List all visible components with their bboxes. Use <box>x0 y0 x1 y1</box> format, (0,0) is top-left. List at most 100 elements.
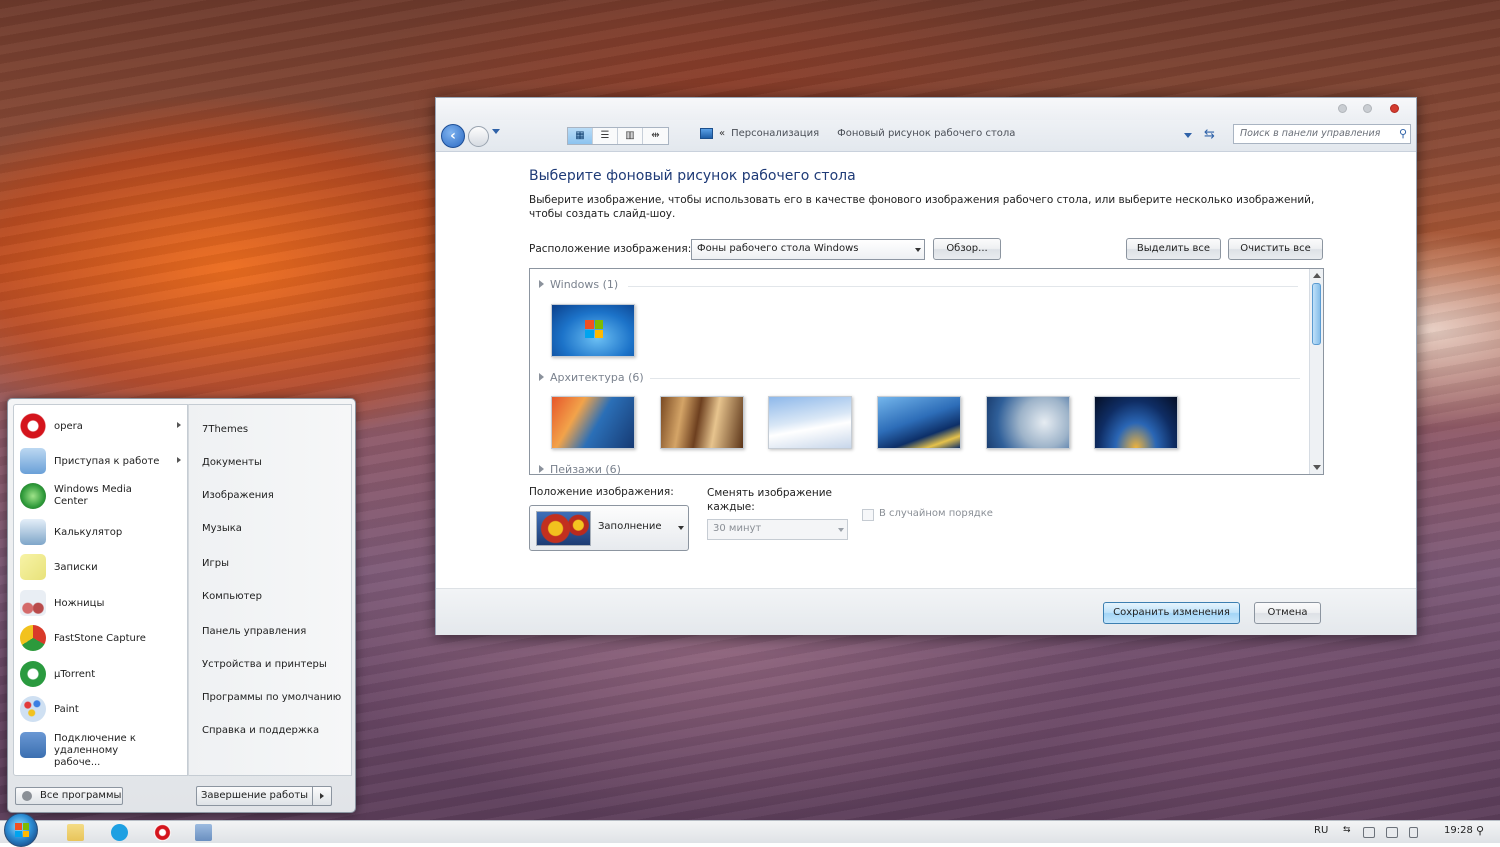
close-button[interactable] <box>1390 104 1399 113</box>
chevron-down-icon <box>678 526 684 530</box>
dialog-footer: Сохранить изменения Отмена <box>436 588 1416 635</box>
recent-pages-dropdown[interactable] <box>492 129 500 134</box>
place-default-programs[interactable]: Программы по умолчанию <box>202 692 341 703</box>
shutdown-button[interactable]: Завершение работы <box>196 786 313 806</box>
input-switch-icon[interactable]: ⇆ <box>1343 825 1355 836</box>
view-fit-button[interactable]: ⇹ <box>643 128 668 144</box>
address-dropdown[interactable] <box>1184 133 1192 138</box>
wallpaper-thumbnail[interactable] <box>986 396 1070 449</box>
maximize-button[interactable] <box>1363 104 1372 113</box>
start-item-utorrent[interactable]: µTorrent <box>14 656 189 691</box>
search-placeholder: Поиск в панели управления <box>1240 128 1381 139</box>
title-bar[interactable] <box>436 98 1416 120</box>
start-item-label: Подключение к удаленному рабоче... <box>54 733 136 768</box>
place-pictures[interactable]: Изображения <box>202 490 274 501</box>
opera-icon <box>20 413 46 439</box>
place-documents[interactable]: Документы <box>202 457 262 468</box>
faststone-icon <box>20 625 46 651</box>
start-item-label: Калькулятор <box>54 527 123 538</box>
place-games[interactable]: Игры <box>202 558 229 569</box>
start-item-opera[interactable]: opera <box>14 408 189 443</box>
network-icon[interactable] <box>1386 827 1398 838</box>
scroll-thumb[interactable] <box>1312 283 1321 345</box>
page-description: Выберите изображение, чтобы использовать… <box>529 194 1315 220</box>
volume-icon[interactable] <box>1409 827 1418 838</box>
group-header-windows[interactable]: Windows (1) <box>539 278 618 291</box>
all-programs-button[interactable]: Все программы <box>15 787 123 805</box>
start-button[interactable] <box>4 813 38 847</box>
scroll-up-icon[interactable] <box>1313 273 1321 278</box>
calculator-icon <box>20 519 46 545</box>
wallpaper-thumbnail[interactable] <box>877 396 961 449</box>
start-item-label: Записки <box>54 562 98 573</box>
place-7themes[interactable]: 7Themes <box>202 424 248 435</box>
minimize-button[interactable] <box>1338 104 1347 113</box>
start-item-remote-desktop[interactable]: Подключение к удаленному рабоче... <box>14 727 189 768</box>
start-item-label: opera <box>54 421 83 432</box>
place-music[interactable]: Музыка <box>202 523 242 534</box>
language-indicator[interactable]: RU <box>1314 825 1328 836</box>
opera-icon[interactable] <box>154 824 171 841</box>
start-item-calculator[interactable]: Калькулятор <box>14 514 189 549</box>
wallpaper-thumbnail[interactable] <box>1094 396 1178 449</box>
browse-button[interactable]: Обзор... <box>933 238 1001 260</box>
wallpaper-thumbnail[interactable] <box>551 304 635 357</box>
shutdown-options-button[interactable] <box>312 786 332 806</box>
wallpaper-thumbnail[interactable] <box>660 396 744 449</box>
control-panel-icon <box>700 128 713 139</box>
place-help-support[interactable]: Справка и поддержка <box>202 725 319 736</box>
clock[interactable]: 19:28 <box>1444 825 1473 836</box>
start-item-sticky-notes[interactable]: Записки <box>14 549 189 584</box>
submenu-arrow-icon <box>177 457 181 463</box>
start-item-media-center[interactable]: Windows Media Center <box>14 478 189 513</box>
view-tiles-button[interactable]: ▦ <box>568 128 593 144</box>
start-item-snipping-tool[interactable]: Ножницы <box>14 585 189 620</box>
start-menu-places: 7Themes Документы Изображения Музыка Игр… <box>188 404 352 776</box>
search-icon[interactable]: ⚲ <box>1399 127 1407 140</box>
start-item-label: Windows Media Center <box>54 484 132 507</box>
personalization-window: ‹ ▦ ☰ ▥ ⇹ « Персонализация Фоновый рисун… <box>435 97 1417 635</box>
getting-started-icon <box>20 448 46 474</box>
change-interval-value: 30 минут <box>713 523 762 534</box>
search-icon[interactable]: ⚲ <box>1476 824 1484 837</box>
picture-position-select[interactable]: Заполнение <box>529 505 689 551</box>
breadcrumb-personalization[interactable]: Персонализация <box>731 128 819 139</box>
action-center-icon[interactable] <box>1363 827 1375 838</box>
location-select[interactable]: Фоны рабочего стола Windows <box>691 239 925 260</box>
group-divider <box>650 378 1300 379</box>
select-all-button[interactable]: Выделить все <box>1126 238 1221 260</box>
start-item-getting-started[interactable]: Приступая к работе <box>14 443 189 478</box>
shuffle-checkbox[interactable] <box>862 509 874 521</box>
explorer-icon[interactable] <box>67 824 84 841</box>
gallery-scrollbar[interactable] <box>1309 269 1323 474</box>
control-panel-icon[interactable] <box>195 824 212 841</box>
place-devices-printers[interactable]: Устройства и принтеры <box>202 659 327 670</box>
scroll-down-icon[interactable] <box>1313 465 1321 470</box>
expand-icon <box>539 373 544 381</box>
group-header-landscapes[interactable]: Пейзажи (6) <box>539 463 621 474</box>
save-changes-button[interactable]: Сохранить изменения <box>1103 602 1240 624</box>
view-columns-button[interactable]: ▥ <box>618 128 643 144</box>
chevron-down-icon <box>838 528 844 532</box>
clear-all-button[interactable]: Очистить все <box>1228 238 1323 260</box>
change-interval-select[interactable]: 30 минут <box>707 519 848 540</box>
place-computer[interactable]: Компьютер <box>202 591 262 602</box>
skype-icon[interactable] <box>111 824 128 841</box>
windows-logo-icon <box>585 320 603 338</box>
arrow-left-icon <box>22 791 32 801</box>
wallpaper-thumbnail[interactable] <box>768 396 852 449</box>
forward-button[interactable] <box>468 126 489 147</box>
place-control-panel[interactable]: Панель управления <box>202 626 306 637</box>
view-list-button[interactable]: ☰ <box>593 128 618 144</box>
group-header-architecture[interactable]: Архитектура (6) <box>539 371 644 384</box>
snipping-tool-icon <box>20 590 46 616</box>
search-input[interactable]: Поиск в панели управления ⚲ <box>1233 124 1411 144</box>
start-item-paint[interactable]: Paint <box>14 691 189 726</box>
cancel-button[interactable]: Отмена <box>1254 602 1321 624</box>
wallpaper-thumbnail[interactable] <box>551 396 635 449</box>
breadcrumb-desktop-background[interactable]: Фоновый рисунок рабочего стола <box>837 128 1015 139</box>
start-item-faststone[interactable]: FastStone Capture <box>14 620 189 655</box>
back-button[interactable]: ‹ <box>441 124 465 148</box>
breadcrumb-overflow[interactable]: « <box>719 128 725 139</box>
refresh-icon[interactable]: ⇆ <box>1204 127 1215 142</box>
